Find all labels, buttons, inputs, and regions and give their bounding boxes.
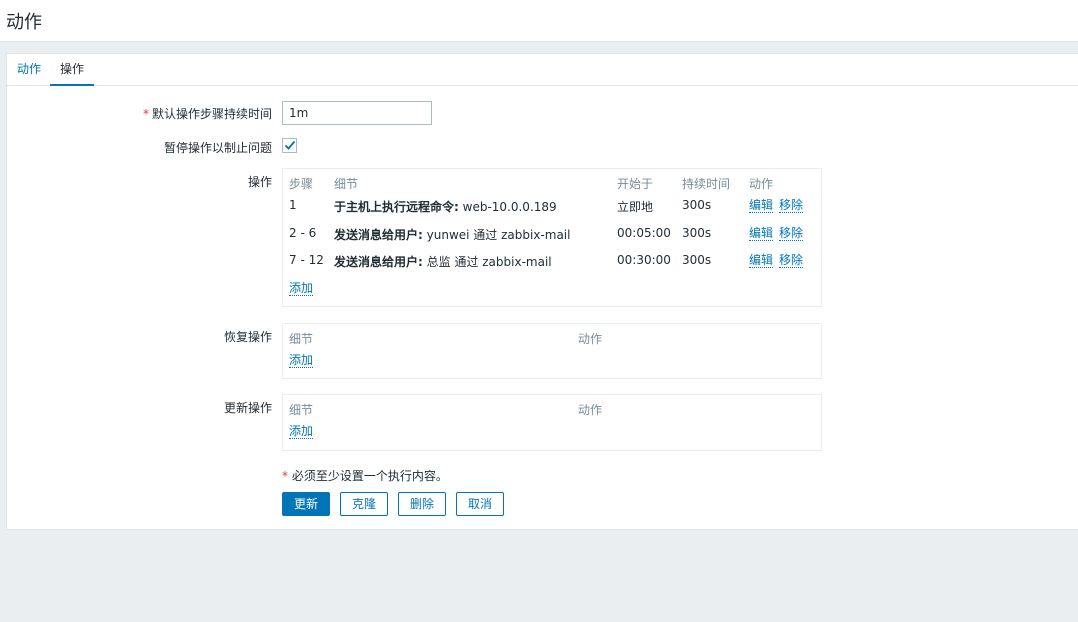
- tab-operations[interactable]: 操作: [50, 54, 95, 86]
- edit-link[interactable]: 编辑: [749, 226, 774, 241]
- cancel-button[interactable]: 取消: [456, 492, 504, 516]
- recovery-table: 细节 动作 添加: [282, 323, 822, 379]
- edit-link[interactable]: 编辑: [749, 253, 774, 268]
- add-update-link[interactable]: 添加: [289, 424, 314, 439]
- duration-input[interactable]: [282, 101, 432, 125]
- page-header: 动作: [0, 0, 1078, 42]
- row-details: 发送消息给用户: yunwei 通过 zabbix-mail: [334, 228, 571, 242]
- header-duration: 持续时间: [682, 177, 731, 191]
- update-button[interactable]: 更新: [282, 492, 330, 516]
- add-operation-link[interactable]: 添加: [289, 281, 314, 296]
- row-duration: 300s: [682, 253, 712, 267]
- header-details: 细节: [334, 177, 359, 191]
- clone-button[interactable]: 克隆: [340, 492, 388, 516]
- header-details: 细节: [289, 403, 314, 417]
- add-recovery-link[interactable]: 添加: [289, 353, 314, 368]
- row-details: 于主机上执行远程命令: web-10.0.0.189: [334, 200, 557, 214]
- header-action: 动作: [749, 177, 774, 191]
- pause-label: 暂停操作以制止问题: [163, 141, 272, 155]
- pause-checkbox[interactable]: [282, 138, 297, 153]
- header-action: 动作: [578, 403, 603, 417]
- remove-link[interactable]: 移除: [779, 198, 804, 213]
- header-step: 步骤: [289, 177, 314, 191]
- row-step: 1: [289, 198, 297, 212]
- update-label: 更新操作: [223, 401, 272, 415]
- row-start: 00:30:00: [617, 253, 671, 267]
- row-details: 发送消息给用户: 总监 通过 zabbix-mail: [334, 255, 552, 269]
- header-start: 开始于: [617, 177, 654, 191]
- row-step: 2 - 6: [289, 226, 317, 240]
- delete-button[interactable]: 删除: [398, 492, 446, 516]
- duration-label: * 默认操作步骤持续时间: [142, 107, 272, 121]
- row-duration: 300s: [682, 198, 712, 212]
- row-start: 00:05:00: [617, 226, 671, 240]
- remove-link[interactable]: 移除: [779, 226, 804, 241]
- header-details: 细节: [289, 332, 314, 346]
- required-mark: *: [142, 107, 149, 121]
- recovery-label: 恢复操作: [223, 330, 272, 344]
- form-panel: 动作 操作 *默认操作步骤持续时间 暂停操作以制止问题 操作 步骤 细节 开始于…: [6, 53, 1078, 530]
- required-note: * 必须至少设置一个执行内容。: [282, 469, 448, 483]
- page-title: 动作: [6, 12, 42, 33]
- operations-label: 操作: [247, 175, 272, 189]
- tab-actions[interactable]: 动作: [7, 54, 51, 85]
- operations-table: 步骤 细节 开始于 持续时间 动作 1 于主机上执行远程命令: web-10.0…: [282, 168, 822, 307]
- edit-link[interactable]: 编辑: [749, 198, 774, 213]
- row-start: 立即地: [617, 200, 654, 214]
- tab-bar: 动作 操作: [7, 54, 1078, 86]
- update-table: 细节 动作 添加: [282, 394, 822, 451]
- remove-link[interactable]: 移除: [779, 253, 804, 268]
- row-duration: 300s: [682, 226, 712, 240]
- header-action: 动作: [578, 332, 603, 346]
- check-icon: [284, 140, 296, 150]
- row-step: 7 - 12: [289, 253, 324, 267]
